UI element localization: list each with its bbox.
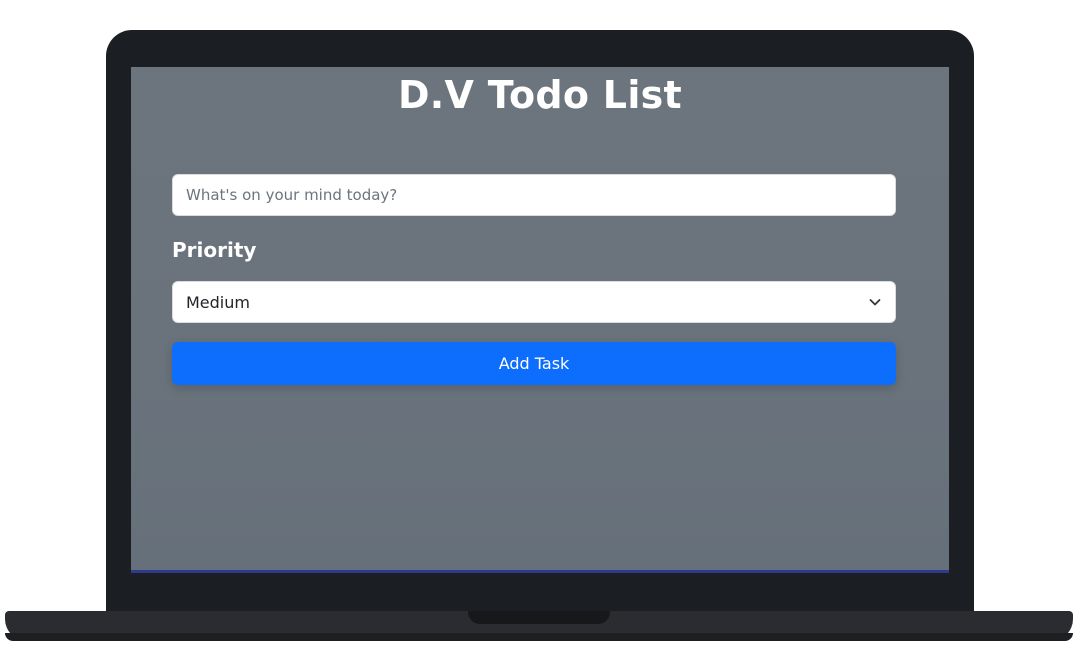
priority-select[interactable]: Medium xyxy=(172,281,896,323)
laptop-hinge-notch xyxy=(468,611,610,624)
app-screen: D.V Todo List Priority Medium Add Task xyxy=(131,67,949,573)
priority-label: Priority xyxy=(172,238,257,262)
page-title: D.V Todo List xyxy=(397,73,683,117)
laptop-base-shadow xyxy=(5,633,1073,641)
add-task-button[interactable]: Add Task xyxy=(172,342,896,385)
priority-selected-value: Medium xyxy=(186,292,250,312)
screen-bottom-edge xyxy=(131,570,949,573)
chevron-down-icon xyxy=(868,295,882,309)
task-input[interactable] xyxy=(172,174,896,216)
